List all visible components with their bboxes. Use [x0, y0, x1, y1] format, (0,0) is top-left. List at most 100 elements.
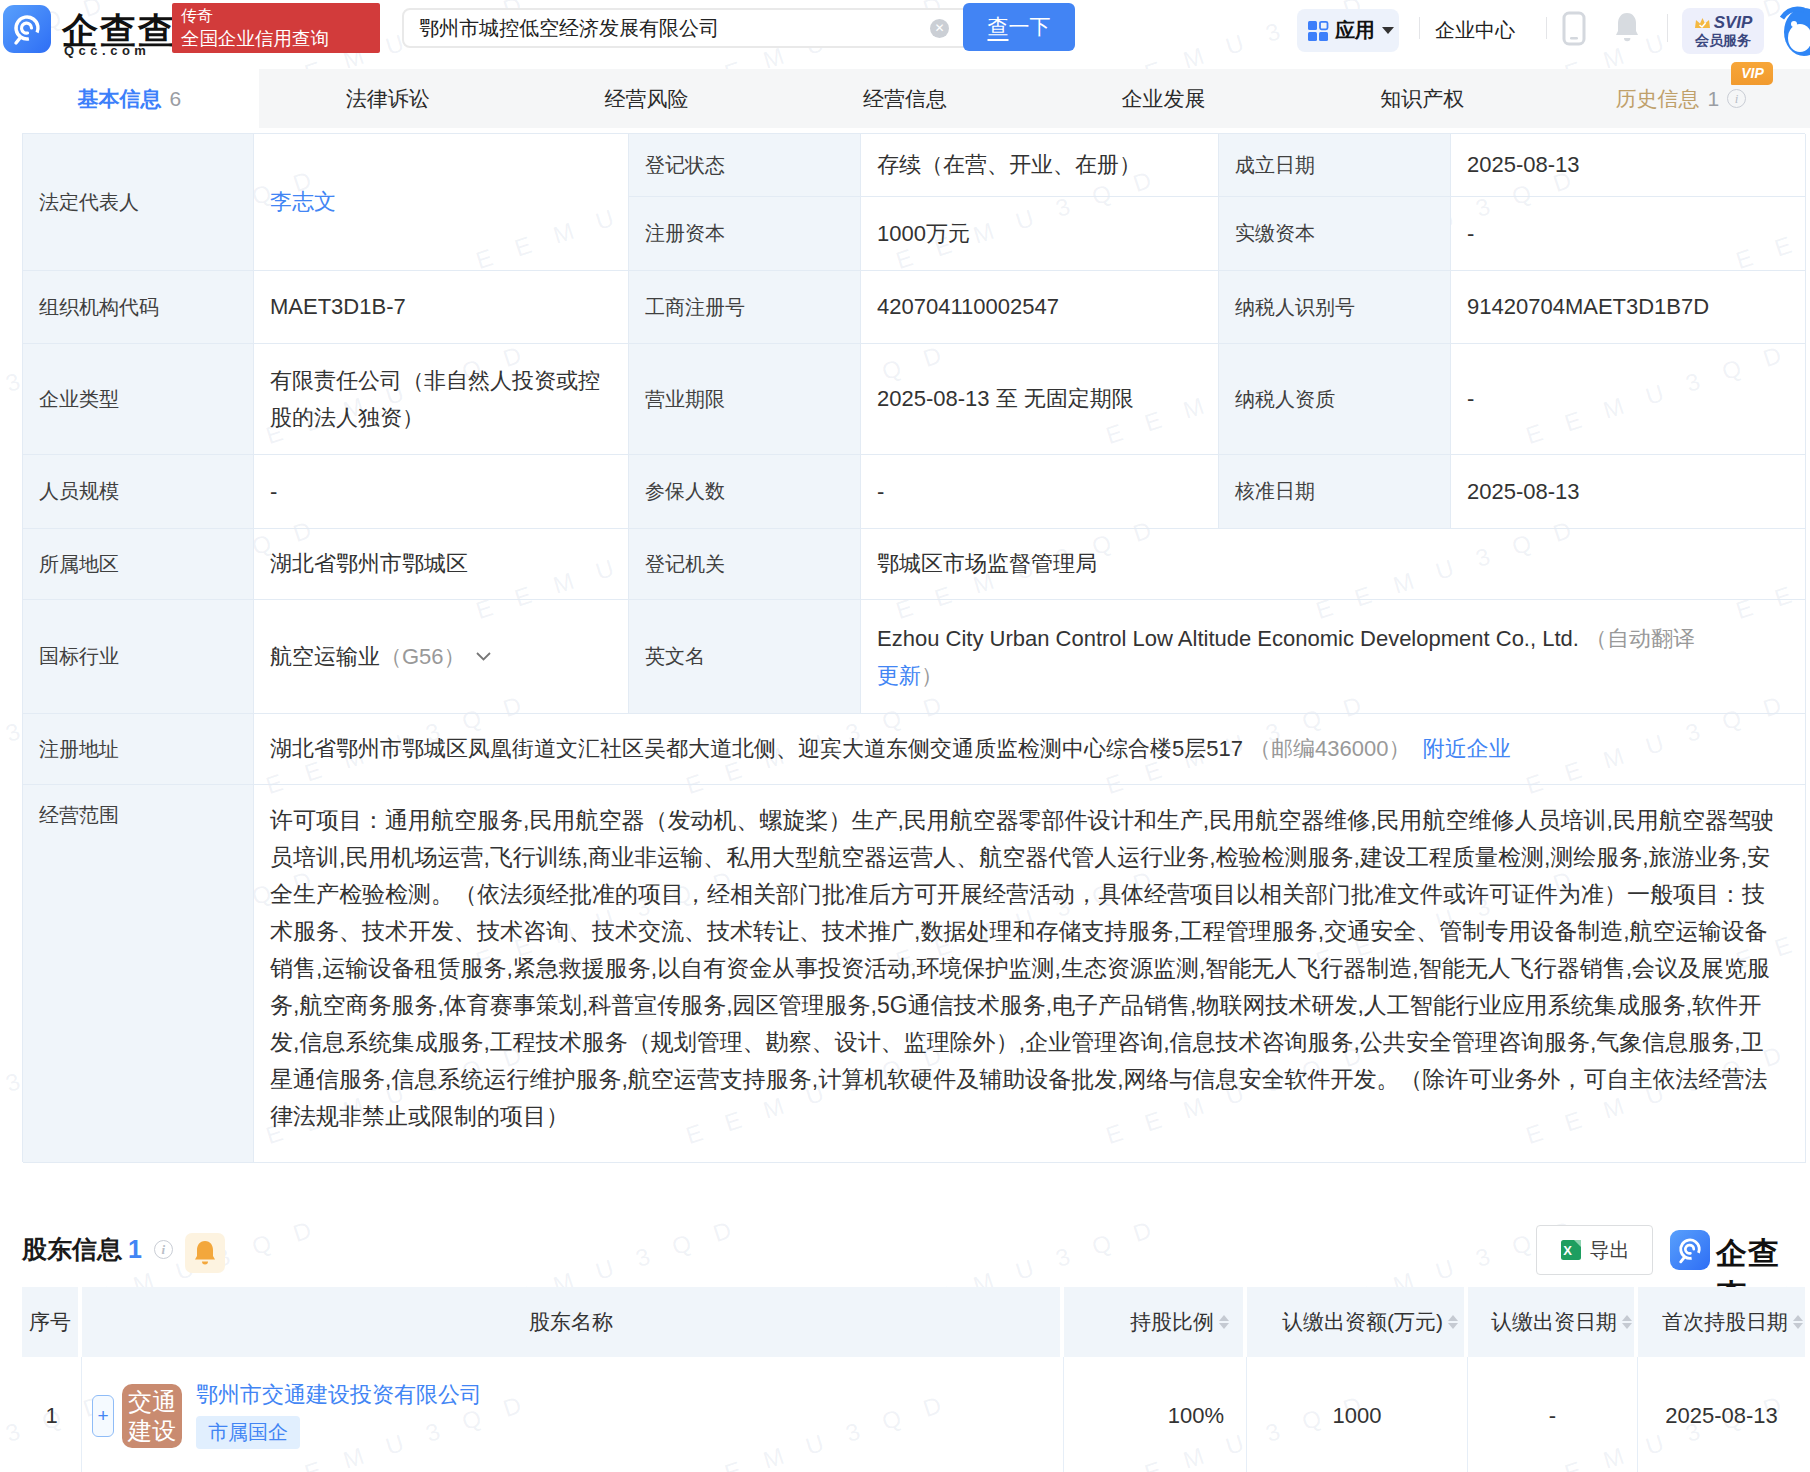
update-translation-link[interactable]: 更新 — [877, 663, 921, 688]
scope-label: 经营范围 — [23, 785, 254, 1163]
insured-label: 参保人数 — [629, 455, 861, 529]
industry-label: 国标行业 — [23, 600, 254, 714]
staff-size-label: 人员规模 — [23, 455, 254, 529]
badge-line2: 全国企业信用查询 — [181, 26, 371, 51]
shareholders-count: 1 — [128, 1235, 142, 1264]
divider — [1419, 17, 1420, 39]
legal-rep-link[interactable]: 李志文 — [270, 187, 336, 217]
company-type-value: 有限责任公司（非自然人投资或控股的法人独资） — [254, 344, 629, 455]
clear-search-icon[interactable]: ✕ — [930, 19, 949, 38]
reg-status-value: 存续（在营、开业、在册） — [861, 134, 1219, 197]
enterprise-center-link[interactable]: 企业中心 — [1435, 17, 1515, 44]
reg-status-label: 登记状态 — [629, 134, 861, 197]
apps-label: 应用 — [1335, 17, 1375, 44]
divider — [1667, 14, 1668, 42]
tab-legal[interactable]: 法律诉讼 — [259, 69, 518, 128]
svip-label: SVIP — [1714, 13, 1753, 32]
nearby-companies-link[interactable]: 附近企业 — [1423, 736, 1511, 761]
svg-text:X: X — [1563, 1243, 1572, 1258]
industry-value[interactable]: 航空运输业（G56） — [254, 600, 629, 714]
reg-capital-value: 1000万元 — [861, 197, 1219, 271]
mascot-icon[interactable] — [1780, 4, 1810, 62]
company-info-table: 法定代表人 李志文 登记状态 存续（在营、开业、在册） 成立日期 2025-08… — [22, 133, 1805, 1162]
taxpayer-id-label: 纳税人识别号 — [1219, 271, 1451, 344]
staff-size-value: - — [254, 455, 629, 529]
col-first-date[interactable]: 首次持股日期 — [1638, 1287, 1805, 1357]
tab-history[interactable]: 历史信息1 i VIP — [1551, 69, 1810, 128]
chevron-down-icon — [1382, 27, 1394, 34]
tab-ip[interactable]: 知识产权 — [1293, 69, 1552, 128]
est-date-label: 成立日期 — [1219, 134, 1451, 197]
paid-capital-label: 实缴资本 — [1219, 197, 1451, 271]
search-button[interactable]: 查一下 — [963, 3, 1075, 51]
org-code-value: MAET3D1B-7 — [254, 271, 629, 344]
row-first-date: 2025-08-13 — [1638, 1357, 1805, 1472]
region-label: 所属地区 — [23, 529, 254, 600]
export-button[interactable]: X 导出 — [1536, 1225, 1653, 1275]
legal-rep-label: 法定代表人 — [23, 134, 254, 271]
tab-bar: 基本信息6 法律诉讼 经营风险 经营信息 企业发展 知识产权 历史信息1 i V… — [0, 69, 1810, 128]
badge-line1: 传奇 — [181, 6, 371, 26]
excel-icon: X — [1560, 1239, 1582, 1261]
col-ratio[interactable]: 持股比例 — [1064, 1287, 1247, 1357]
qcc-logo-icon[interactable] — [3, 5, 51, 53]
shareholder-name-link[interactable]: 鄂州市交通建设投资有限公司 — [196, 1383, 482, 1407]
col-amount[interactable]: 认缴出资额(万元) — [1247, 1287, 1468, 1357]
crown-icon — [1694, 16, 1711, 30]
row-amount: 1000 — [1247, 1357, 1468, 1472]
sort-icon[interactable] — [1219, 1315, 1229, 1329]
biz-term-value: 2025-08-13 至 无固定期限 — [861, 344, 1219, 455]
org-code-label: 组织机构代码 — [23, 271, 254, 344]
tab-operation[interactable]: 经营信息 — [776, 69, 1035, 128]
taxpayer-id-value: 91420704MAET3D1B7D — [1451, 271, 1806, 344]
shareholders-info-icon[interactable]: i — [154, 1240, 173, 1259]
svip-membership[interactable]: SVIP 会员服务 — [1682, 8, 1764, 54]
mobile-app-icon[interactable] — [1562, 11, 1586, 50]
tab-basic-info[interactable]: 基本信息6 — [0, 69, 259, 128]
chevron-down-icon — [476, 652, 491, 661]
col-date[interactable]: 认缴出资日期 — [1468, 1287, 1638, 1357]
region-value: 湖北省鄂州市鄂城区 — [254, 529, 629, 600]
tab-risk[interactable]: 经营风险 — [517, 69, 776, 128]
biz-reg-no-label: 工商注册号 — [629, 271, 861, 344]
history-info-icon[interactable]: i — [1727, 89, 1746, 108]
search-input[interactable]: 鄂州市城控低空经济发展有限公司 — [402, 8, 975, 48]
authority-label: 登记机关 — [629, 529, 861, 600]
address-value: 湖北省鄂州市鄂城区凤凰街道文汇社区吴都大道北侧、迎宾大道东侧交通质监检测中心综合… — [254, 714, 1806, 785]
approval-date-value: 2025-08-13 — [1451, 455, 1806, 529]
row-date: - — [1468, 1357, 1638, 1472]
expand-button[interactable]: + — [92, 1395, 114, 1437]
sort-icon[interactable] — [1448, 1315, 1458, 1329]
address-label: 注册地址 — [23, 714, 254, 785]
tab-development[interactable]: 企业发展 — [1034, 69, 1293, 128]
scope-value: 许可项目：通用航空服务,民用航空器（发动机、螺旋桨）生产,民用航空器零部件设计和… — [254, 785, 1806, 1163]
english-name-value: Ezhou City Urban Control Low Altitude Ec… — [861, 600, 1806, 714]
divider — [1546, 17, 1547, 39]
authority-value: 鄂城区市场监督管理局 — [861, 529, 1806, 600]
company-type-label: 企业类型 — [23, 344, 254, 455]
qcc-logo-icon — [1670, 1230, 1710, 1270]
col-no: 序号 — [22, 1287, 82, 1357]
col-name: 股东名称 — [82, 1287, 1064, 1357]
shareholder-row: 1 + 交通建设 鄂州市交通建设投资有限公司 市属国企 100% 1000 - … — [22, 1357, 1805, 1472]
shareholder-avatar: 交通建设 — [122, 1384, 182, 1448]
shareholders-table-header: 序号 股东名称 持股比例 认缴出资额(万元) 认缴出资日期 首次持股日期 — [22, 1287, 1805, 1357]
sort-icon[interactable] — [1793, 1315, 1803, 1329]
biz-reg-no-value: 420704110002547 — [861, 271, 1219, 344]
paid-capital-value: - — [1451, 197, 1806, 271]
svip-sub-label: 会员服务 — [1695, 32, 1751, 49]
shareholders-subscribe-bell[interactable] — [185, 1233, 225, 1273]
vip-badge: VIP — [1731, 62, 1773, 85]
shareholder-tag: 市属国企 — [196, 1416, 300, 1449]
apps-grid-icon — [1307, 20, 1329, 42]
taxpayer-qual-value: - — [1451, 344, 1806, 455]
legal-rep-value: 李志文 — [254, 134, 629, 271]
search-query[interactable]: 鄂州市城控低空经济发展有限公司 — [419, 15, 719, 42]
english-name-label: 英文名 — [629, 600, 861, 714]
row-ratio: 100% — [1064, 1357, 1247, 1472]
notification-bell-icon[interactable] — [1614, 10, 1640, 50]
reg-capital-label: 注册资本 — [629, 197, 861, 271]
brand-slogan-badge: 传奇 全国企业信用查询 — [172, 3, 380, 53]
apps-menu[interactable]: 应用 — [1297, 9, 1399, 52]
sort-icon[interactable] — [1622, 1315, 1632, 1329]
